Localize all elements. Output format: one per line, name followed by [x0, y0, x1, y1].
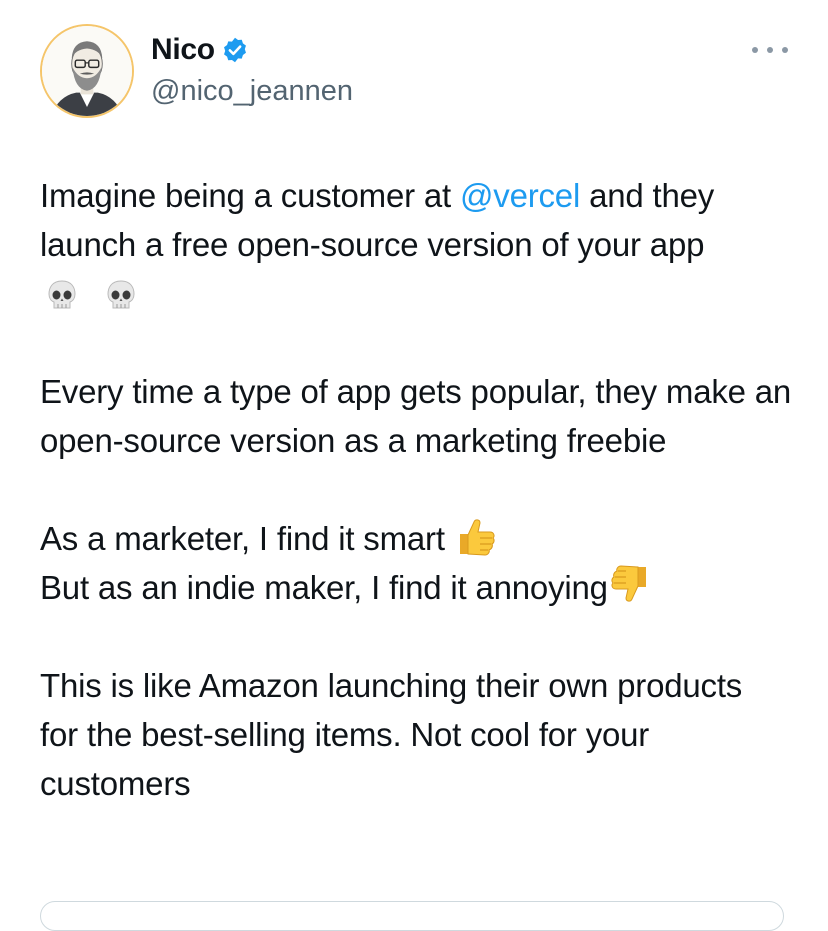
tweet-paragraph-3: As a marketer, I find it smart But as an…	[40, 514, 800, 612]
author-display-name[interactable]: Nico	[151, 33, 215, 67]
tweet-paragraph-1: Imagine being a customer at @vercel and …	[40, 171, 800, 318]
mention-link[interactable]: @vercel	[460, 177, 580, 214]
bearded-man-avatar-icon	[42, 26, 132, 116]
tweet-paragraph-4: This is like Amazon launching their own …	[40, 667, 743, 802]
thumbs-up-emoji-icon	[454, 514, 498, 558]
tweet-paragraph-2: Every time a type of app gets popular, t…	[40, 373, 792, 459]
author-name-row[interactable]: Nico	[151, 33, 249, 67]
ellipsis-dot-icon	[782, 47, 788, 53]
tweet-text-segment: But as an indie maker, I find it annoyin…	[40, 569, 608, 606]
tweet-text-segment: Imagine being a customer at	[40, 177, 460, 214]
skull-emoji-icon	[44, 277, 80, 313]
tweet: Nico @nico_jeannen Imagine being a custo…	[0, 0, 828, 931]
skull-emoji-icon	[103, 277, 139, 313]
ellipsis-dot-icon	[767, 47, 773, 53]
ellipsis-dot-icon	[752, 47, 758, 53]
author-handle[interactable]: @nico_jeannen	[151, 75, 353, 108]
avatar[interactable]	[40, 24, 134, 118]
tweet-text-segment: As a marketer, I find it smart	[40, 520, 445, 557]
verified-badge-icon	[221, 36, 249, 64]
link-preview-card[interactable]	[40, 901, 784, 931]
tweet-text: Imagine being a customer at @vercel and …	[40, 171, 800, 857]
thumbs-down-emoji-icon	[608, 563, 652, 607]
more-options-button[interactable]	[752, 39, 788, 61]
